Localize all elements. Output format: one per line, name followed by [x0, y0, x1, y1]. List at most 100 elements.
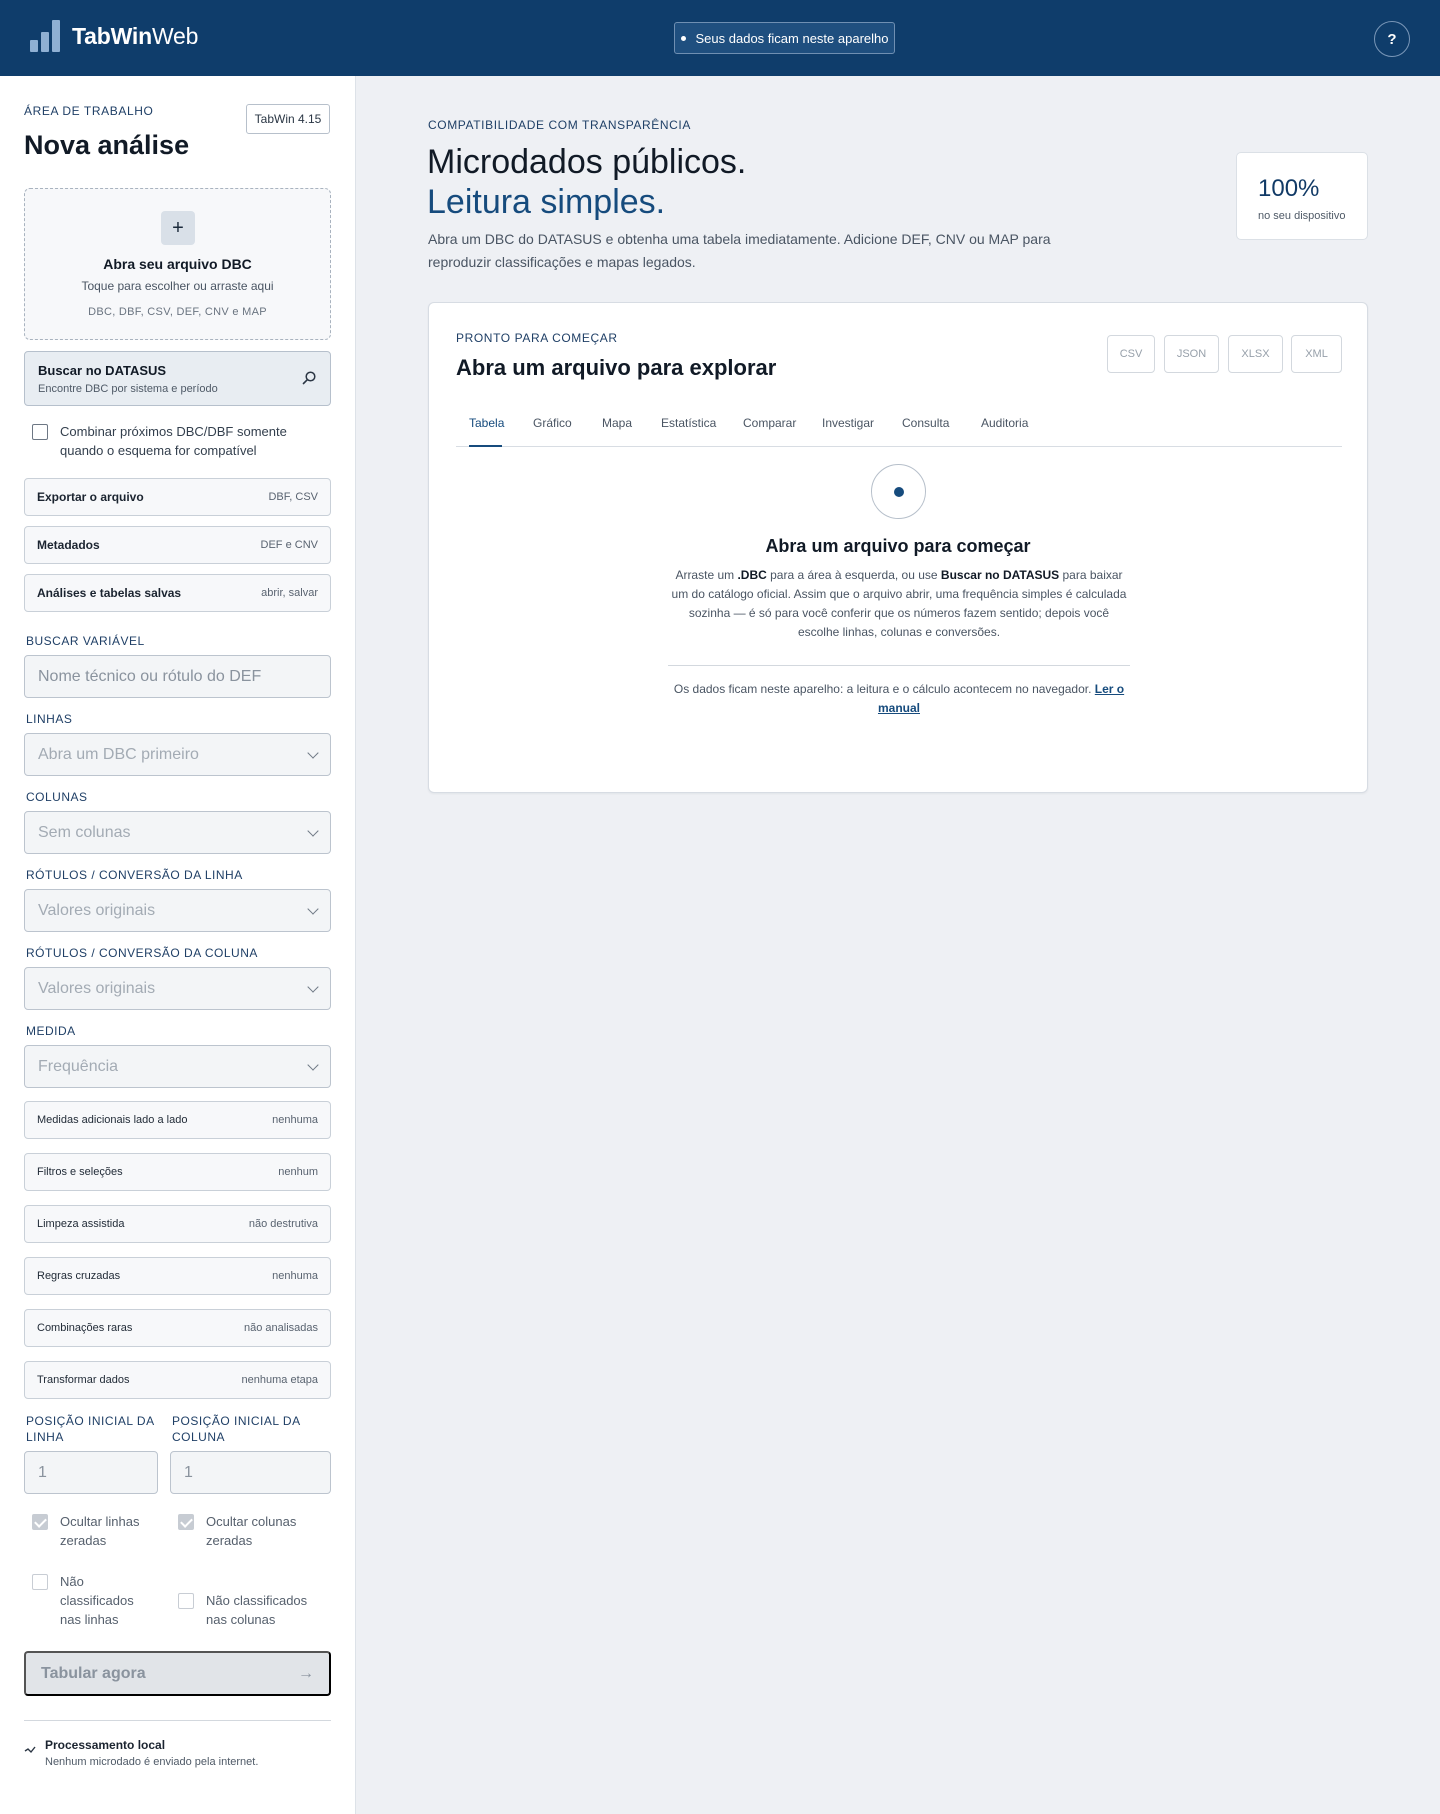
cross-rules-label: Regras cruzadas	[37, 1270, 121, 1282]
local-stat-card: 100% no seu dispositivo	[1236, 152, 1368, 240]
unclassified-cols-checkbox[interactable]	[178, 1593, 194, 1609]
search-icon	[302, 371, 316, 385]
tabulate-button[interactable]: Tabular agora →	[24, 1651, 331, 1696]
pulse-icon	[24, 1746, 36, 1754]
tab-statistics[interactable]: Estatística	[661, 416, 716, 430]
privacy-badge: Seus dados ficam neste aparelho	[674, 22, 895, 54]
combine-files-option[interactable]: Combinar próximos DBC/DBF somente quando…	[32, 422, 322, 460]
assisted-cleaning-meta: não destrutiva	[248, 1218, 318, 1230]
saved-analyses-button[interactable]: Análises e tabelas salvas abrir, salvar	[24, 574, 331, 612]
export-json-button[interactable]: JSON	[1164, 335, 1219, 373]
workspace-title: Nova análise	[24, 130, 190, 160]
panel-title: Abra um arquivo para explorar	[456, 355, 777, 380]
export-file-meta: DBF, CSV	[268, 491, 318, 503]
tab-investigate[interactable]: Investigar	[822, 416, 874, 430]
search-variable-label: BUSCAR VARIÁVEL	[26, 634, 145, 648]
workspace-eyebrow: ÁREA DE TRABALHO	[24, 104, 154, 118]
search-datasus-subtitle: Encontre DBC por sistema e período	[38, 383, 218, 395]
export-csv-button[interactable]: CSV	[1107, 335, 1155, 373]
metadata-label: Metadados	[37, 538, 100, 552]
search-datasus-button[interactable]: Buscar no DATASUS Encontre DBC por siste…	[24, 351, 331, 406]
search-variable-input[interactable]: Nome técnico ou rótulo do DEF	[24, 655, 331, 698]
chevron-down-icon	[307, 1058, 319, 1071]
col-labels-select[interactable]: Valores originais	[24, 967, 331, 1010]
analysis-tabs: Tabela Gráfico Mapa Estatística Comparar…	[456, 407, 1342, 447]
local-processing-title: Processamento local	[45, 1738, 166, 1752]
file-dropzone[interactable]: + Abra seu arquivo DBC Toque para escolh…	[24, 188, 331, 340]
hero-eyebrow: COMPATIBILIDADE COM TRANSPARÊNCIA	[428, 118, 691, 132]
chevron-down-icon	[307, 746, 319, 759]
start-col-label: POSIÇÃO INICIAL DA COLUNA	[172, 1414, 300, 1444]
unclassified-cols-label: Não classificados nas colunas	[206, 1593, 308, 1627]
panel-eyebrow: PRONTO PARA COMEÇAR	[456, 331, 618, 345]
dropzone-title: Abra seu arquivo DBC	[103, 256, 252, 272]
start-col-input[interactable]: 1	[170, 1451, 331, 1494]
transform-data-meta: nenhuma etapa	[241, 1374, 318, 1386]
metadata-button[interactable]: Metadados DEF e CNV	[24, 526, 331, 564]
unclassified-cols-option[interactable]: Não classificados nas colunas	[178, 1591, 318, 1629]
hide-zero-rows-option[interactable]: Ocultar linhas zeradas	[32, 1512, 152, 1550]
empty-state-footnote: Os dados ficam neste aparelho: a leitura…	[669, 680, 1129, 718]
arrow-right-icon: →	[298, 1664, 314, 1682]
empty-desc-text: para a área à esquerda, ou use	[766, 568, 941, 582]
hero-title-line1: Microdados públicos.	[427, 143, 747, 181]
sidebar: ÁREA DE TRABALHO Nova análise TabWin 4.1…	[0, 76, 356, 1814]
hide-zero-rows-checkbox[interactable]	[32, 1514, 48, 1530]
start-row-input[interactable]: 1	[24, 1451, 158, 1494]
chevron-down-icon	[307, 980, 319, 993]
sidebar-divider	[24, 1720, 331, 1721]
combine-files-checkbox[interactable]	[32, 424, 48, 440]
rows-select-value: Abra um DBC primeiro	[38, 745, 199, 763]
empty-desc-datasus: Buscar no DATASUS	[940, 568, 1060, 582]
tab-audit[interactable]: Auditoria	[981, 416, 1028, 430]
tab-table[interactable]: Tabela	[469, 416, 504, 430]
cross-rules-meta: nenhuma	[272, 1270, 318, 1282]
cross-rules-button[interactable]: Regras cruzadas nenhuma	[24, 1257, 331, 1295]
assisted-cleaning-button[interactable]: Limpeza assistida não destrutiva	[24, 1205, 331, 1243]
unclassified-rows-checkbox[interactable]	[32, 1574, 48, 1590]
privacy-badge-label: Seus dados ficam neste aparelho	[695, 30, 889, 46]
bar-chart-icon	[30, 20, 60, 52]
app-logo[interactable]: TabWinWeb	[30, 20, 198, 52]
export-xlsx-button[interactable]: XLSX	[1228, 335, 1283, 373]
assisted-cleaning-label: Limpeza assistida	[37, 1218, 125, 1230]
rare-combinations-button[interactable]: Combinações raras não analisadas	[24, 1309, 331, 1347]
empty-state-divider	[668, 665, 1130, 666]
hero-title-line2: Leitura simples.	[427, 183, 666, 221]
row-labels-select[interactable]: Valores originais	[24, 889, 331, 932]
measure-select-value: Frequência	[38, 1057, 119, 1075]
tab-map[interactable]: Mapa	[602, 416, 632, 430]
tab-chart[interactable]: Gráfico	[533, 416, 572, 430]
unclassified-rows-option[interactable]: Não classificados nas linhas	[32, 1572, 152, 1629]
columns-select[interactable]: Sem colunas	[24, 811, 331, 854]
hide-zero-cols-option[interactable]: Ocultar colunas zeradas	[178, 1512, 318, 1550]
start-row-label: POSIÇÃO INICIAL DA LINHA	[26, 1414, 154, 1444]
dot-icon	[680, 35, 686, 41]
measure-label: MEDIDA	[26, 1024, 76, 1038]
export-xml-button[interactable]: XML	[1291, 335, 1342, 373]
local-processing-subtitle: Nenhum microdado é enviado pela internet…	[45, 1756, 259, 1768]
hide-zero-rows-label: Ocultar linhas zeradas	[60, 1514, 140, 1548]
stat-label: no seu dispositivo	[1258, 210, 1346, 222]
help-button[interactable]: ?	[1374, 21, 1410, 57]
footnote-text: Os dados ficam neste aparelho: a leitura…	[673, 682, 1095, 696]
additional-measures-button[interactable]: Medidas adicionais lado a lado nenhuma	[24, 1101, 331, 1139]
rare-combinations-label: Combinações raras	[37, 1322, 133, 1334]
active-tab-indicator	[469, 445, 502, 447]
hide-zero-cols-checkbox[interactable]	[178, 1514, 194, 1530]
combine-files-label: Combinar próximos DBC/DBF somente quando…	[60, 424, 287, 458]
search-datasus-title: Buscar no DATASUS	[38, 363, 167, 378]
export-file-label: Exportar o arquivo	[37, 490, 144, 504]
tabulate-button-label: Tabular agora	[41, 1664, 146, 1682]
transform-data-button[interactable]: Transformar dados nenhuma etapa	[24, 1361, 331, 1399]
tab-compare[interactable]: Comparar	[743, 416, 796, 430]
unclassified-rows-label: Não classificados nas linhas	[60, 1574, 134, 1627]
hide-zero-cols-label: Ocultar colunas zeradas	[206, 1514, 297, 1548]
tab-query[interactable]: Consulta	[902, 416, 949, 430]
export-file-button[interactable]: Exportar o arquivo DBF, CSV	[24, 478, 331, 516]
rows-select[interactable]: Abra um DBC primeiro	[24, 733, 331, 776]
filters-button[interactable]: Filtros e seleções nenhum	[24, 1153, 331, 1191]
columns-select-value: Sem colunas	[38, 823, 131, 841]
measure-select[interactable]: Frequência	[24, 1045, 331, 1088]
stat-value: 100%	[1258, 175, 1320, 202]
